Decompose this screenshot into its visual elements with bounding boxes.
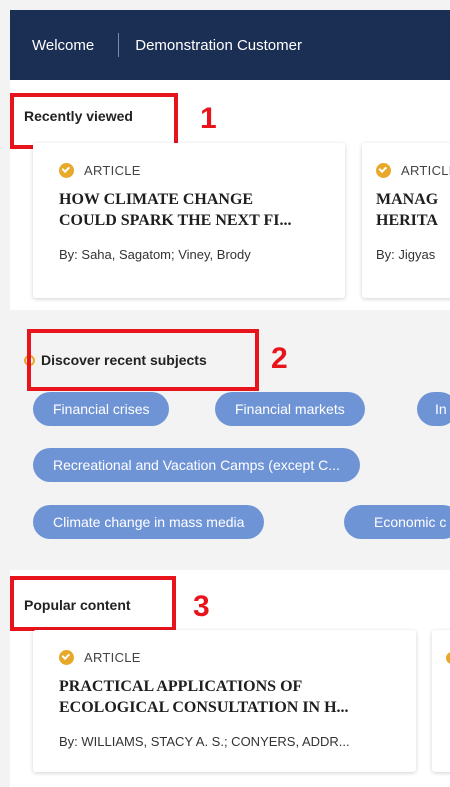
annotation-number-1: 1	[200, 102, 217, 135]
article-type: ARTICLE	[59, 650, 141, 665]
article-title[interactable]: PRACTICAL APPLICATIONS OF ECOLOGICAL CON…	[59, 676, 416, 718]
annotation-number-3: 3	[193, 590, 210, 623]
annotation-number-2: 2	[271, 342, 288, 375]
article-type-label: ARTICLE	[84, 163, 141, 178]
welcome-label: Welcome	[32, 36, 95, 54]
top-bar: Welcome Demonstration Customer	[10, 10, 450, 80]
customer-name[interactable]: Demonstration Customer	[135, 37, 302, 54]
annotation-box-2	[27, 329, 259, 391]
subject-chip[interactable]: Economic c	[344, 505, 450, 539]
article-type-label: ARTICLE	[401, 163, 450, 178]
recent-article-card[interactable]: ARTICLE MANAG HERITA By: Jigyas	[362, 143, 450, 298]
subject-chip[interactable]: Financial markets	[215, 392, 365, 426]
subject-chip[interactable]: Climate change in mass media	[33, 505, 265, 539]
popular-article-card[interactable]: ARTICLE PRACTICAL APPLICATIONS OF ECOLOG…	[33, 630, 416, 772]
subject-chip[interactable]: Recreational and Vacation Camps (except …	[33, 448, 360, 482]
article-title[interactable]: MANAG HERITA	[376, 189, 450, 231]
annotation-box-3	[10, 576, 176, 631]
article-check-icon	[59, 163, 74, 178]
popular-article-card-partial[interactable]	[432, 630, 450, 772]
article-check-icon	[59, 650, 74, 665]
article-authors: By: Jigyas	[376, 247, 436, 262]
subject-chip[interactable]: Financial crises	[33, 392, 170, 426]
article-title[interactable]: HOW CLIMATE CHANGE COULD SPARK THE NEXT …	[59, 189, 345, 231]
subject-chip[interactable]: In	[417, 392, 450, 426]
recent-article-card[interactable]: ARTICLE HOW CLIMATE CHANGE COULD SPARK T…	[33, 143, 345, 298]
article-type: ARTICLE	[59, 163, 141, 178]
annotation-box-1	[10, 93, 178, 149]
article-type-label: ARTICLE	[84, 650, 141, 665]
article-check-icon	[376, 163, 391, 178]
article-authors: By: Saha, Sagatom; Viney, Brody	[59, 247, 251, 262]
article-authors: By: WILLIAMS, STACY A. S.; CONYERS, ADDR…	[59, 734, 350, 749]
article-type: ARTICLE	[376, 163, 450, 178]
article-check-icon	[446, 652, 450, 664]
header-divider	[118, 33, 120, 57]
